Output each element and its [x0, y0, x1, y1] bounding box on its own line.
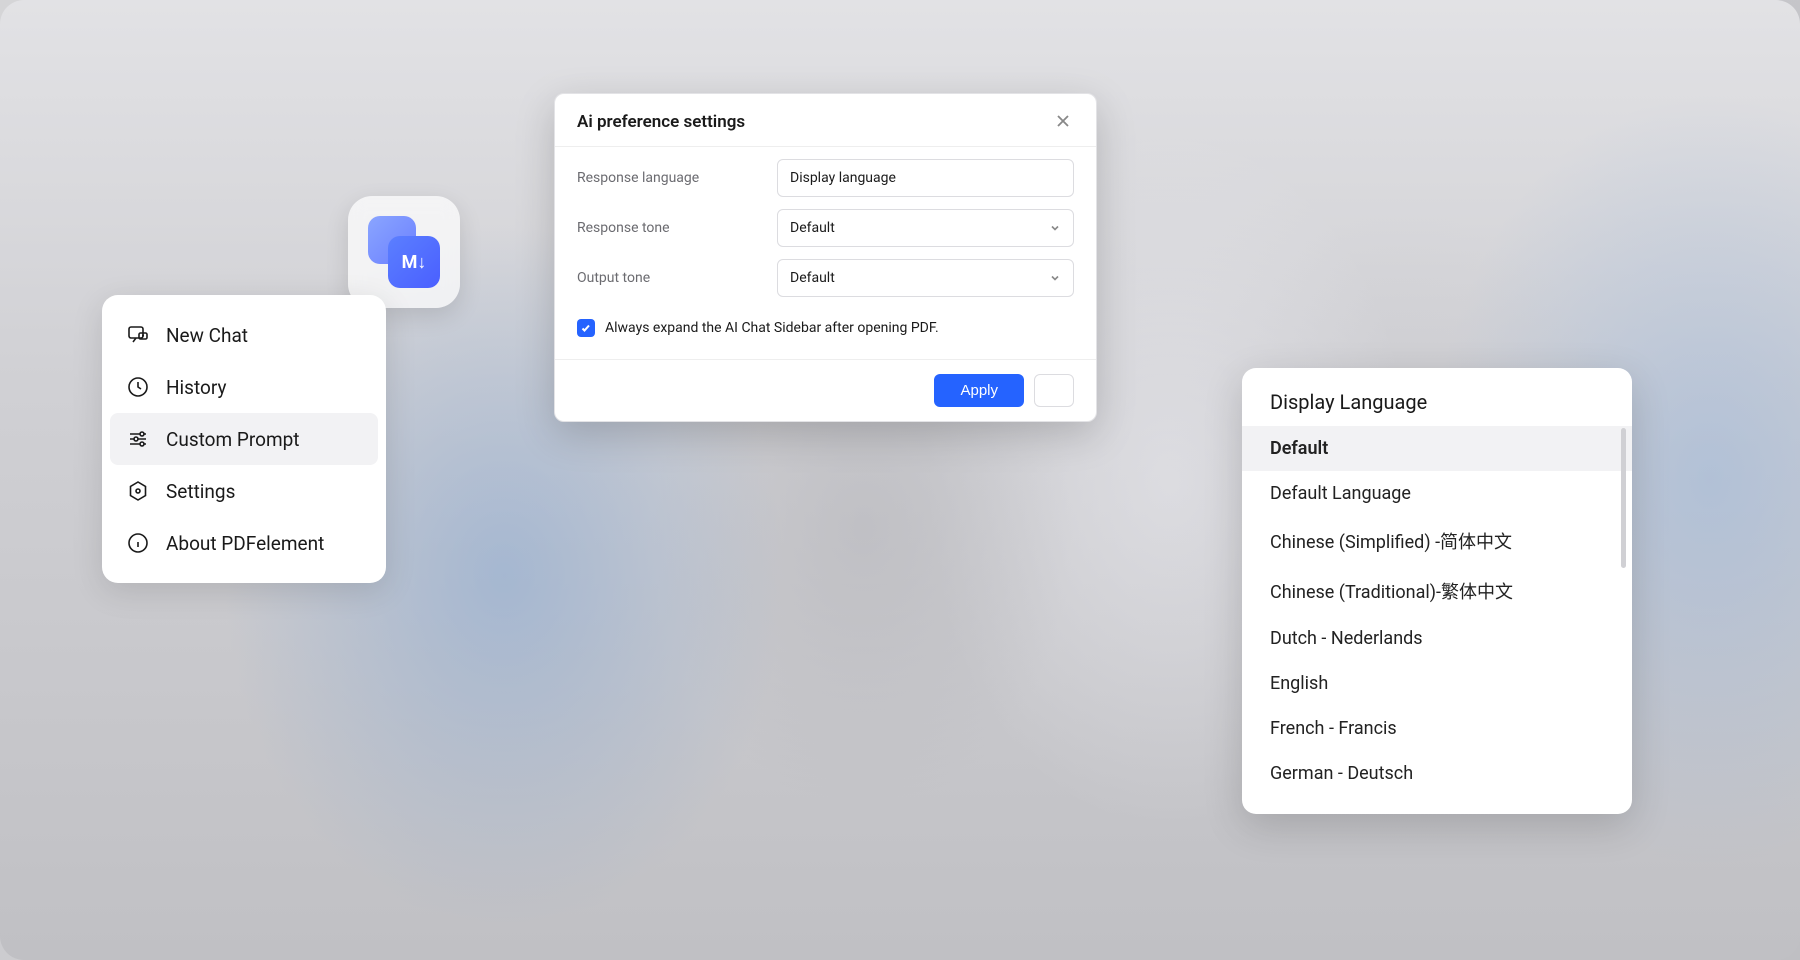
- field-label: Response tone: [577, 220, 777, 236]
- chevron-down-icon: [1049, 222, 1061, 234]
- field-value: Default: [790, 270, 835, 286]
- language-option[interactable]: Chinese (Traditional)-繁体中文: [1242, 566, 1632, 616]
- row-output-tone: Output tone Default: [577, 259, 1074, 297]
- response-tone-select[interactable]: Default: [777, 209, 1074, 247]
- response-language-select[interactable]: Display language: [777, 159, 1074, 197]
- sidebar-item-custom-prompt[interactable]: Custom Prompt: [110, 413, 378, 465]
- sidebar-item-label: New Chat: [166, 324, 248, 347]
- checkbox-checked-icon: [577, 319, 595, 337]
- field-label: Output tone: [577, 270, 777, 286]
- sidebar-menu: New Chat History Custom Prompt Sett: [102, 295, 386, 583]
- sidebar-item-about[interactable]: About PDFelement: [102, 517, 386, 569]
- language-option[interactable]: Default Language: [1242, 471, 1632, 516]
- field-value: Display language: [790, 170, 896, 186]
- language-option-default[interactable]: Default: [1242, 426, 1632, 471]
- sidebar-item-label: About PDFelement: [166, 532, 324, 555]
- sidebar-item-new-chat[interactable]: New Chat: [102, 309, 386, 361]
- scrollbar-thumb[interactable]: [1621, 428, 1626, 568]
- close-button[interactable]: [1054, 112, 1074, 132]
- checkbox-label: Always expand the AI Chat Sidebar after …: [605, 320, 939, 336]
- output-tone-select[interactable]: Default: [777, 259, 1074, 297]
- markdown-app-icon: M↓: [368, 216, 440, 288]
- sliders-icon: [126, 427, 150, 451]
- sidebar-item-label: History: [166, 376, 226, 399]
- expand-sidebar-checkbox-row[interactable]: Always expand the AI Chat Sidebar after …: [577, 309, 1074, 351]
- app-badge: M↓: [348, 196, 460, 308]
- language-option[interactable]: French - Francis: [1242, 706, 1632, 751]
- sidebar-item-label: Custom Prompt: [166, 428, 300, 451]
- ai-preference-settings-dialog: Ai preference settings Response language…: [554, 93, 1097, 422]
- row-response-tone: Response tone Default: [577, 209, 1074, 247]
- display-language-dropdown: Display Language Default Default Languag…: [1242, 368, 1632, 814]
- gear-icon: [126, 479, 150, 503]
- chevron-down-icon: [1049, 272, 1061, 284]
- dialog-body: Response language Display language Respo…: [555, 147, 1096, 359]
- new-chat-icon: [126, 323, 150, 347]
- dialog-title: Ai preference settings: [577, 112, 745, 132]
- row-response-language: Response language Display language: [577, 159, 1074, 197]
- field-label: Response language: [577, 170, 777, 186]
- sidebar-item-history[interactable]: History: [102, 361, 386, 413]
- language-option[interactable]: English: [1242, 661, 1632, 706]
- dropdown-title: Display Language: [1242, 388, 1632, 426]
- language-option[interactable]: German - Deutsch: [1242, 751, 1632, 796]
- history-icon: [126, 375, 150, 399]
- dialog-footer: Apply: [555, 359, 1096, 421]
- secondary-button[interactable]: [1034, 374, 1074, 407]
- field-value: Default: [790, 220, 835, 236]
- dialog-header: Ai preference settings: [555, 94, 1096, 147]
- info-icon: [126, 531, 150, 555]
- language-option[interactable]: Dutch - Nederlands: [1242, 616, 1632, 661]
- sidebar-item-label: Settings: [166, 480, 235, 503]
- apply-button[interactable]: Apply: [934, 374, 1024, 407]
- sidebar-item-settings[interactable]: Settings: [102, 465, 386, 517]
- language-option[interactable]: Chinese (Simplified) -简体中文: [1242, 516, 1632, 566]
- language-list: Default Default Language Chinese (Simpli…: [1242, 426, 1632, 796]
